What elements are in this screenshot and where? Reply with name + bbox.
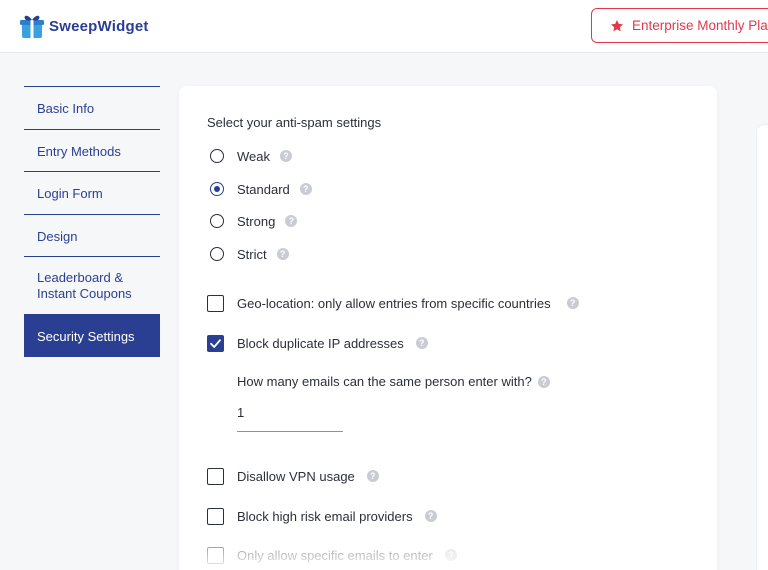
top-bar: SweepWidget Enterprise Monthly Plan [0, 0, 768, 53]
emails-count-input[interactable] [237, 400, 343, 432]
checkbox-disallow-vpn[interactable]: Disallow VPN usage ? [207, 467, 379, 485]
radio-strong[interactable] [210, 214, 224, 228]
help-icon[interactable]: ? [424, 510, 437, 522]
anti-spam-title: Select your anti-spam settings [207, 115, 382, 130]
sidebar-item-label: Leaderboard & Instant Coupons [37, 270, 132, 301]
sidebar-item-entry-methods[interactable]: Entry Methods [24, 129, 160, 171]
help-icon[interactable]: ? [285, 215, 298, 227]
checkbox-only-specific-emails[interactable]: Only allow specific emails to enter ? [207, 546, 457, 564]
checkbox-label: Only allow specific emails to enter [237, 547, 433, 563]
help-icon[interactable]: ? [366, 470, 379, 482]
radio-option-strict[interactable]: Strict ? [210, 246, 289, 262]
checkbox[interactable] [207, 546, 224, 564]
checkmark-icon [210, 338, 221, 348]
radio-option-strong[interactable]: Strong ? [210, 213, 298, 229]
emails-question: How many emails can the same person ente… [237, 374, 550, 389]
radio-label: Weak [237, 148, 270, 164]
radio-label: Standard [237, 181, 290, 197]
logo-text: SweepWidget [49, 17, 149, 35]
radio-option-weak[interactable]: Weak ? [210, 148, 292, 164]
checkbox-block-duplicate-ip[interactable]: Block duplicate IP addresses ? [207, 334, 428, 352]
settings-sidebar: Basic Info Entry Methods Login Form Desi… [24, 86, 160, 357]
help-icon[interactable]: ? [415, 337, 428, 349]
checkbox[interactable] [207, 467, 224, 485]
sidebar-item-basic-info[interactable]: Basic Info [24, 86, 160, 129]
radio-label: Strong [237, 213, 276, 229]
radio-standard[interactable] [210, 182, 224, 196]
checkbox-label: Block duplicate IP addresses [237, 335, 404, 351]
checkbox[interactable] [207, 507, 224, 525]
help-icon[interactable]: ? [280, 150, 292, 162]
sidebar-item-leaderboard[interactable]: Leaderboard & Instant Coupons [24, 256, 160, 314]
help-icon[interactable]: ? [566, 297, 579, 309]
help-icon[interactable]: ? [276, 248, 289, 260]
checkbox-label: Geo-location: only allow entries from sp… [237, 295, 551, 311]
radio-label: Strict [237, 246, 267, 262]
sidebar-item-login-form[interactable]: Login Form [24, 171, 160, 214]
radio-weak[interactable] [210, 149, 224, 163]
checkbox-block-high-risk-email[interactable]: Block high risk email providers ? [207, 507, 437, 525]
checkbox-label: Disallow VPN usage [237, 468, 355, 484]
plan-button[interactable]: Enterprise Monthly Plan [591, 8, 768, 43]
checkbox[interactable] [207, 334, 224, 352]
checkbox[interactable] [207, 294, 224, 312]
help-icon[interactable]: ? [444, 549, 457, 561]
logo[interactable]: SweepWidget [19, 10, 149, 42]
radio-option-standard[interactable]: Standard ? [210, 181, 312, 197]
sidebar-item-label: Security Settings [37, 329, 135, 344]
sidebar-item-security-settings[interactable]: Security Settings [24, 314, 160, 357]
help-icon[interactable]: ? [537, 375, 550, 388]
sidebar-item-label: Design [37, 229, 78, 244]
radio-strict[interactable] [210, 247, 224, 261]
star-icon [610, 19, 624, 31]
checkbox-label: Block high risk email providers [237, 508, 413, 524]
sidebar-item-label: Login Form [37, 186, 103, 201]
plan-label: Enterprise Monthly Plan [632, 18, 768, 33]
emails-question-text: How many emails can the same person ente… [237, 374, 532, 389]
sidebar-item-label: Basic Info [37, 101, 95, 116]
side-panel [756, 124, 768, 570]
sidebar-item-design[interactable]: Design [24, 214, 160, 256]
help-icon[interactable]: ? [299, 183, 312, 195]
gift-logo-icon [20, 15, 44, 38]
checkbox-geo-location[interactable]: Geo-location: only allow entries from sp… [207, 294, 579, 312]
sidebar-item-label: Entry Methods [37, 144, 121, 159]
